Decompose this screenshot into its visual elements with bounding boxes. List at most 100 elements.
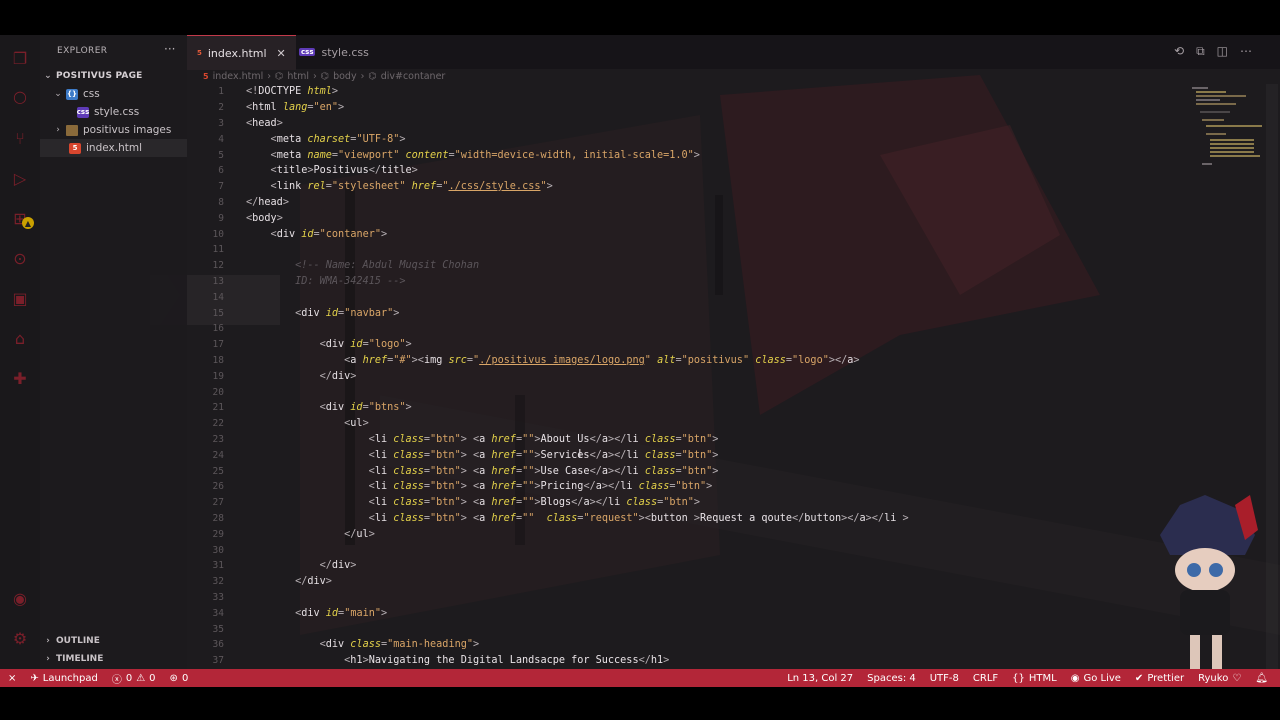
breadcrumb-item[interactable]: index.html bbox=[213, 71, 264, 82]
code-line[interactable]: 24 <li class="btn"> <a href="">Services<… bbox=[187, 447, 1187, 463]
code-line[interactable]: 4 <meta charset="UTF-8"> bbox=[187, 131, 1187, 147]
line-content: <div id="btns"> bbox=[246, 402, 412, 413]
code-line[interactable]: 12 <!-- Name: Abdul Muqsit Chohan bbox=[187, 258, 1187, 274]
language-mode[interactable]: {} HTML bbox=[1012, 673, 1057, 684]
timeline-history-icon[interactable]: ⟲ bbox=[1174, 44, 1184, 59]
code-editor[interactable]: 1 <!DOCTYPE html> 2 <html lang="en"> 3 <head>… bbox=[187, 84, 1187, 669]
close-icon[interactable]: ✕ bbox=[277, 47, 286, 60]
code-line[interactable]: 23 <li class="btn"> <a href="">About Us<… bbox=[187, 432, 1187, 448]
tab-style-css[interactable]: css style.css bbox=[289, 35, 379, 69]
code-token: div bbox=[331, 560, 351, 572]
go-live-button[interactable]: ◉ Go Live bbox=[1071, 673, 1121, 684]
more-actions-icon[interactable]: ⋯ bbox=[1240, 44, 1252, 59]
open-preview-icon[interactable]: ⧉ bbox=[1196, 44, 1205, 59]
line-number: 4 bbox=[218, 133, 224, 145]
code-token: lang bbox=[282, 102, 308, 114]
code-line[interactable]: 37 <h1>Navigating the Digital Landsacpe … bbox=[187, 653, 1187, 669]
account-icon[interactable]: ◉ bbox=[10, 588, 30, 608]
code-line[interactable]: 1 <!DOCTYPE html> bbox=[187, 84, 1187, 100]
source-control-icon[interactable]: ⑂ bbox=[10, 128, 30, 148]
tree-item-style-css[interactable]: css style.css bbox=[40, 103, 187, 121]
docker-icon[interactable]: ⌂ bbox=[10, 328, 30, 348]
git-lens-icon[interactable]: ⊙ bbox=[10, 248, 30, 268]
tab-index-html[interactable]: 5 index.html ✕ bbox=[187, 35, 296, 70]
code-line[interactable]: 7 <link rel="stylesheet" href="./css/sty… bbox=[187, 179, 1187, 195]
settings-gear-icon[interactable]: ⚙ bbox=[10, 628, 30, 648]
code-token: "navbar" bbox=[344, 307, 394, 319]
rocket-icon: ✈ bbox=[30, 672, 39, 684]
problems-item[interactable]: ⓧ 0 ⚠ 0 bbox=[112, 671, 156, 686]
vertical-scrollbar[interactable] bbox=[1266, 84, 1278, 669]
code-line[interactable]: 5 <meta name="viewport" content="width=d… bbox=[187, 147, 1187, 163]
minimap[interactable] bbox=[1192, 85, 1262, 165]
code-token: div bbox=[325, 339, 351, 351]
code-line[interactable]: 20 bbox=[187, 384, 1187, 400]
line-number: 10 bbox=[212, 228, 224, 240]
code-line[interactable]: 15 <div id="navbar"> bbox=[187, 305, 1187, 321]
outline-label: OUTLINE bbox=[56, 636, 100, 646]
code-token: html bbox=[252, 102, 283, 114]
notifications-icon[interactable]: 🔔︎ bbox=[1255, 673, 1268, 684]
code-line[interactable]: 3 <head> bbox=[187, 116, 1187, 132]
code-line[interactable]: 16 bbox=[187, 321, 1187, 337]
code-line[interactable]: 11 bbox=[187, 242, 1187, 258]
breadcrumb-item[interactable]: div#contaner bbox=[381, 71, 446, 82]
code-token: class bbox=[393, 449, 424, 461]
code-line[interactable]: 35 bbox=[187, 621, 1187, 637]
outline-panel-header[interactable]: › OUTLINE bbox=[40, 632, 187, 650]
prettier-item[interactable]: ✔ Prettier bbox=[1135, 673, 1184, 684]
ports-item[interactable]: ⊛ 0 bbox=[170, 673, 189, 684]
code-line[interactable]: 18 <a href="#"><img src="./positivus ima… bbox=[187, 353, 1187, 369]
timeline-panel-header[interactable]: › TIMELINE bbox=[40, 650, 187, 668]
remote-indicator-icon[interactable]: ⨯ bbox=[8, 673, 16, 684]
breadcrumb-item[interactable]: body bbox=[333, 71, 357, 82]
more-actions-icon[interactable]: ··· bbox=[164, 42, 175, 56]
code-line[interactable]: 29 </ul> bbox=[187, 526, 1187, 542]
run-debug-icon[interactable]: ▷ bbox=[10, 168, 30, 188]
breadcrumb-item[interactable]: html bbox=[287, 71, 309, 82]
code-line[interactable]: 25 <li class="btn"> <a href="">Use Case<… bbox=[187, 463, 1187, 479]
code-line[interactable]: 17 <div id="logo"> bbox=[187, 337, 1187, 353]
code-token: ></ bbox=[601, 481, 621, 493]
code-line[interactable]: 14 bbox=[187, 289, 1187, 305]
puzzle-icon[interactable]: ✚ bbox=[10, 368, 30, 388]
theme-item[interactable]: Ryuko ♡ bbox=[1198, 673, 1241, 684]
tree-item-index-html[interactable]: 5 index.html bbox=[40, 139, 187, 157]
indentation[interactable]: Spaces: 4 bbox=[867, 673, 916, 684]
code-line[interactable]: 32 </div> bbox=[187, 574, 1187, 590]
tree-item-css-folder[interactable]: ⌄ {} css bbox=[40, 85, 187, 103]
split-editor-icon[interactable]: ◫ bbox=[1217, 44, 1228, 59]
code-line[interactable]: 19 </div> bbox=[187, 368, 1187, 384]
launchpad-item[interactable]: ✈ Launchpad bbox=[30, 673, 97, 684]
code-line[interactable]: 26 <li class="btn"> <a href="">Pricing</… bbox=[187, 479, 1187, 495]
files-icon[interactable]: ❐ bbox=[10, 48, 30, 68]
code-line[interactable]: 31 </div> bbox=[187, 558, 1187, 574]
code-line[interactable]: 10 <div id="contaner"> bbox=[187, 226, 1187, 242]
code-token: class bbox=[393, 465, 424, 477]
code-line[interactable]: 21 <div id="btns"> bbox=[187, 400, 1187, 416]
tree-item-images-folder[interactable]: › positivus images bbox=[40, 121, 187, 139]
cursor-position[interactable]: Ln 13, Col 27 bbox=[787, 673, 853, 684]
code-token: " bbox=[644, 354, 658, 366]
code-line[interactable]: 22 <ul> bbox=[187, 416, 1187, 432]
encoding[interactable]: UTF-8 bbox=[930, 673, 959, 684]
code-line[interactable]: 36 <div class="main-heading"> bbox=[187, 637, 1187, 653]
code-line[interactable]: 8 </head> bbox=[187, 195, 1187, 211]
search-icon[interactable]: ○ bbox=[10, 86, 30, 106]
code-line[interactable]: 33 bbox=[187, 590, 1187, 606]
code-token: meta bbox=[276, 133, 308, 145]
code-line[interactable]: 6 <title>Positivus</title> bbox=[187, 163, 1187, 179]
project-folder[interactable]: ⌄ POSITIVUS PAGE bbox=[40, 67, 187, 85]
code-line[interactable]: 28 <li class="btn"> <a href="" class="re… bbox=[187, 511, 1187, 527]
code-line[interactable]: 27 <li class="btn"> <a href="">Blogs</a>… bbox=[187, 495, 1187, 511]
code-line[interactable]: 2 <html lang="en"> bbox=[187, 100, 1187, 116]
code-line[interactable]: 30 bbox=[187, 542, 1187, 558]
remote-explorer-icon[interactable]: ▣ bbox=[10, 288, 30, 308]
code-token: "" bbox=[522, 465, 535, 477]
code-token: class bbox=[755, 354, 786, 366]
line-ending[interactable]: CRLF bbox=[973, 673, 998, 684]
code-line[interactable]: 34 <div id="main"> bbox=[187, 605, 1187, 621]
line-number: 2 bbox=[218, 102, 224, 114]
code-line[interactable]: 9 <body> bbox=[187, 210, 1187, 226]
code-line[interactable]: 13 ID: WMA-342415 --> bbox=[187, 274, 1187, 290]
